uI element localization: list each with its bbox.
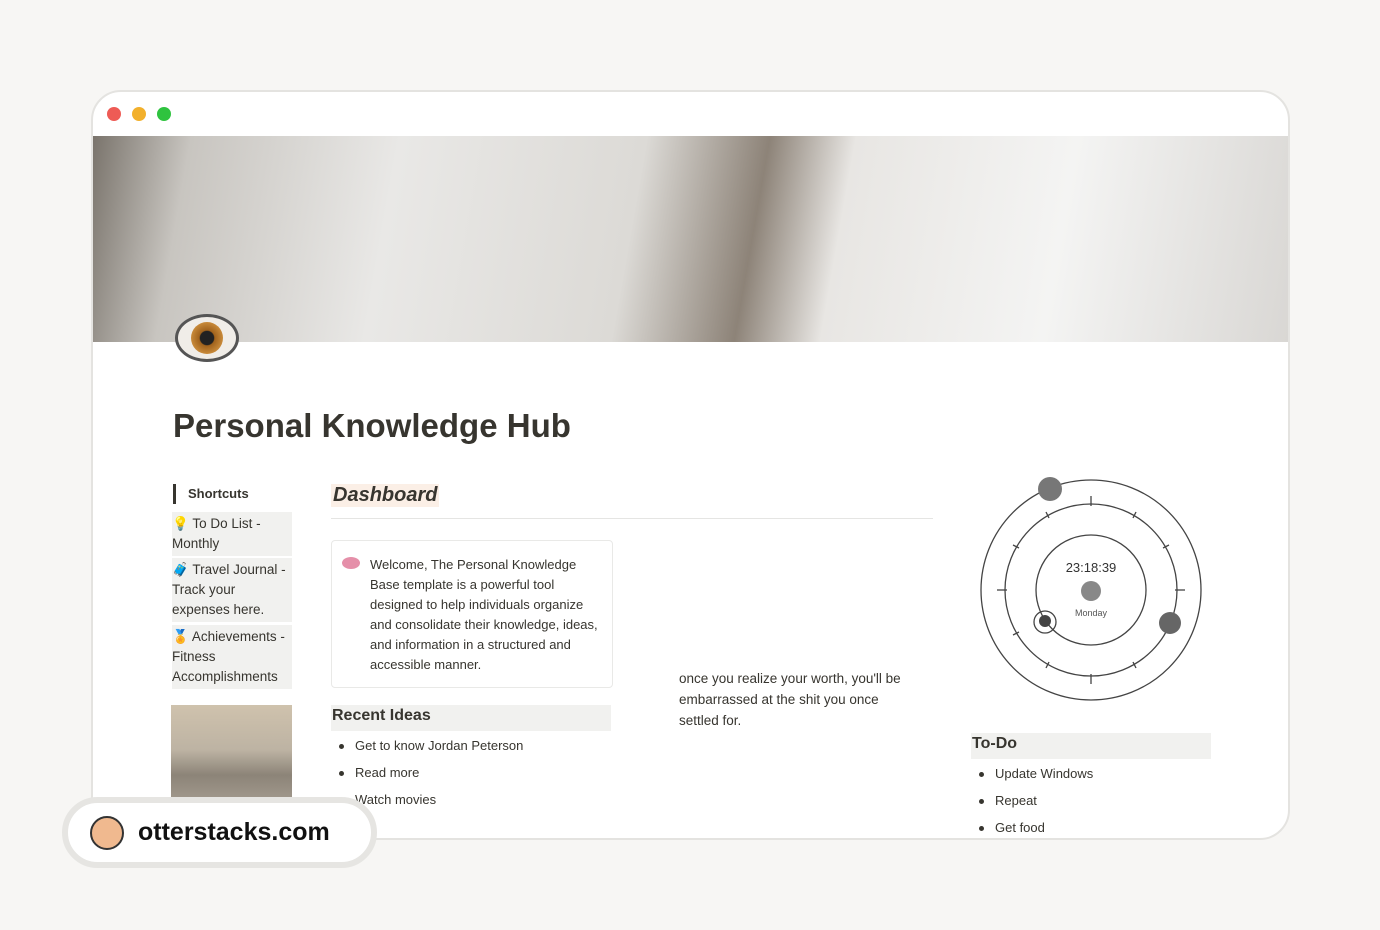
- medal-link-icon: 🏅: [172, 629, 192, 644]
- clock-widget: 23:18:39 Monday: [980, 477, 1202, 701]
- cover-image[interactable]: [93, 136, 1288, 342]
- clock-center-dot: [1081, 581, 1101, 601]
- close-button[interactable]: [107, 107, 121, 121]
- app-window: Personal Knowledge Hub Shortcuts 💡 To Do…: [91, 90, 1290, 840]
- luggage-link-icon: 🧳: [172, 562, 193, 577]
- clock-second-dot: [1039, 615, 1051, 627]
- shortcuts-heading: Shortcuts: [173, 484, 249, 504]
- clock-time: 23:18:39: [1066, 560, 1117, 575]
- shortcut-travel-journal[interactable]: 🧳 Travel Journal - Track your expenses h…: [172, 558, 292, 622]
- brain-icon: [342, 557, 360, 569]
- otter-logo-icon: [90, 815, 124, 850]
- clock-day: Monday: [1075, 608, 1108, 618]
- welcome-callout: Welcome, The Personal Knowledge Base tem…: [331, 540, 613, 688]
- todo-list: Update Windows Repeat Get food: [971, 760, 1093, 838]
- maximize-button[interactable]: [157, 107, 171, 121]
- list-item: Get food: [971, 814, 1093, 838]
- lightbulb-link-icon: 💡: [172, 516, 193, 531]
- shortcut-todo-list[interactable]: 💡 To Do List - Monthly: [172, 512, 292, 556]
- page-title: Personal Knowledge Hub: [173, 407, 571, 444]
- dashboard-heading: Dashboard: [331, 484, 440, 507]
- divider: [331, 518, 933, 519]
- minimize-button[interactable]: [132, 107, 146, 121]
- list-item: Read more: [331, 759, 523, 786]
- quote-text: once you realize your worth, you'll be e…: [679, 671, 901, 728]
- clock-minute-dot: [1159, 612, 1181, 634]
- sidebar-image: [171, 705, 292, 805]
- list-item: Update Windows: [971, 760, 1093, 787]
- recent-ideas-list: Get to know Jordan Peterson Read more Wa…: [331, 732, 523, 813]
- list-item: Get to know Jordan Peterson: [331, 732, 523, 759]
- list-item: Repeat: [971, 787, 1093, 814]
- clock-hour-dot: [1038, 477, 1062, 501]
- watermark-badge: otterstacks.com: [62, 797, 377, 868]
- todo-heading: To-Do: [971, 733, 1211, 759]
- shortcut-achievements[interactable]: 🏅 Achievements - Fitness Accomplishments: [172, 625, 292, 689]
- recent-ideas-heading: Recent Ideas: [331, 705, 611, 731]
- eye-icon[interactable]: [175, 314, 239, 362]
- watermark-text: otterstacks.com: [138, 818, 330, 846]
